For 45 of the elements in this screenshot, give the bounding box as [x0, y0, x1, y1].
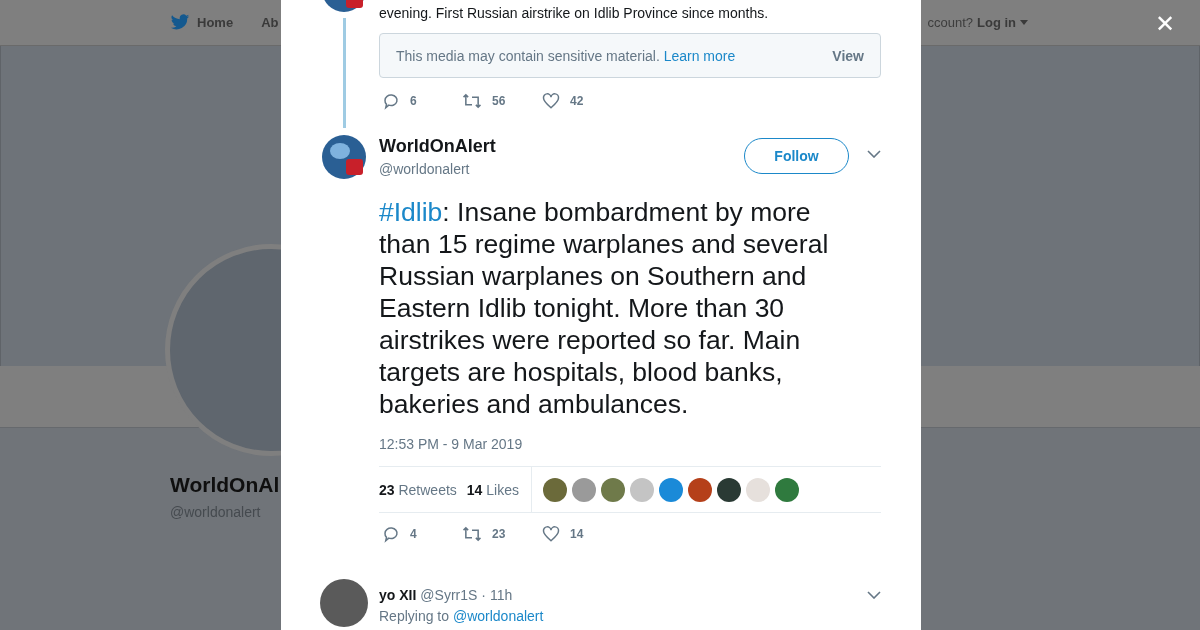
account-prompt: ccount?: [927, 15, 973, 30]
notice-text: This media may contain sensitive material. Learn more: [396, 47, 736, 64]
account-name[interactable]: WorldOnAlert: [379, 136, 496, 157]
account-handle[interactable]: @worldonalert: [379, 161, 496, 177]
avatar[interactable]: [543, 477, 567, 502]
retweet-count: 56: [492, 94, 506, 108]
avatar: [322, 135, 366, 179]
like-count: 14: [570, 527, 584, 541]
retweet-icon[interactable]: [462, 525, 482, 543]
reply-author-handle[interactable]: @Syrr1S: [420, 587, 478, 603]
reply-author-name[interactable]: yo XII: [379, 587, 417, 603]
reply-count: 6: [410, 94, 417, 108]
like-count: 42: [570, 94, 584, 108]
retweet-count: 23: [492, 527, 506, 541]
follow-button[interactable]: Follow: [744, 138, 849, 174]
tweet-timestamp: 12:53 PM - 9 Mar 2019: [379, 435, 524, 454]
chevron-icon[interactable]: [867, 591, 881, 599]
close-button[interactable]: ✕: [1155, 12, 1176, 36]
reply-icon[interactable]: [382, 525, 400, 543]
reply-time[interactable]: 11h: [490, 587, 513, 603]
retweet-stat[interactable]: 23 Retweets: [379, 481, 457, 498]
nav-link[interactable]: Home: [197, 15, 234, 30]
nav-link[interactable]: Ab: [261, 15, 279, 30]
like-stat[interactable]: 14 Likes: [466, 481, 519, 498]
avatar[interactable]: [688, 477, 712, 502]
profile-name: WorldOnAl: [170, 473, 280, 497]
separator-dot: ·: [481, 587, 487, 603]
avatar: [320, 579, 368, 627]
avatar[interactable]: [717, 477, 741, 502]
reply-icon[interactable]: [382, 92, 400, 110]
hashtag-link[interactable]: #Idlib: [379, 197, 443, 227]
view-link[interactable]: View: [832, 47, 864, 64]
tweet-text: #Idlib: Insane bombardment by more than 15 regime warplanes and several Russian warplanes on Southern and Eastern Idlib tonight. More than 30 airstrikes were reported so far. Main targets are hospitals, blood banks, bakeries and ambulances.: [379, 196, 830, 420]
replying-to-text: Replying to @worldonalert: [379, 608, 545, 624]
avatar[interactable]: [775, 477, 799, 502]
heart-icon[interactable]: [542, 92, 560, 110]
heart-icon[interactable]: [542, 525, 560, 543]
retweet-icon[interactable]: [462, 92, 482, 110]
chevron-icon[interactable]: [867, 150, 881, 158]
tweet-text: evening. First Russian airstrike on Idlib Province since months.: [379, 4, 770, 23]
login-link[interactable]: Log in: [977, 15, 1016, 30]
mention-link[interactable]: @worldonalert: [452, 608, 544, 624]
learn-more-link[interactable]: Learn more: [663, 47, 736, 64]
caret-icon[interactable]: [1020, 20, 1028, 25]
reply-count: 4: [410, 527, 417, 541]
